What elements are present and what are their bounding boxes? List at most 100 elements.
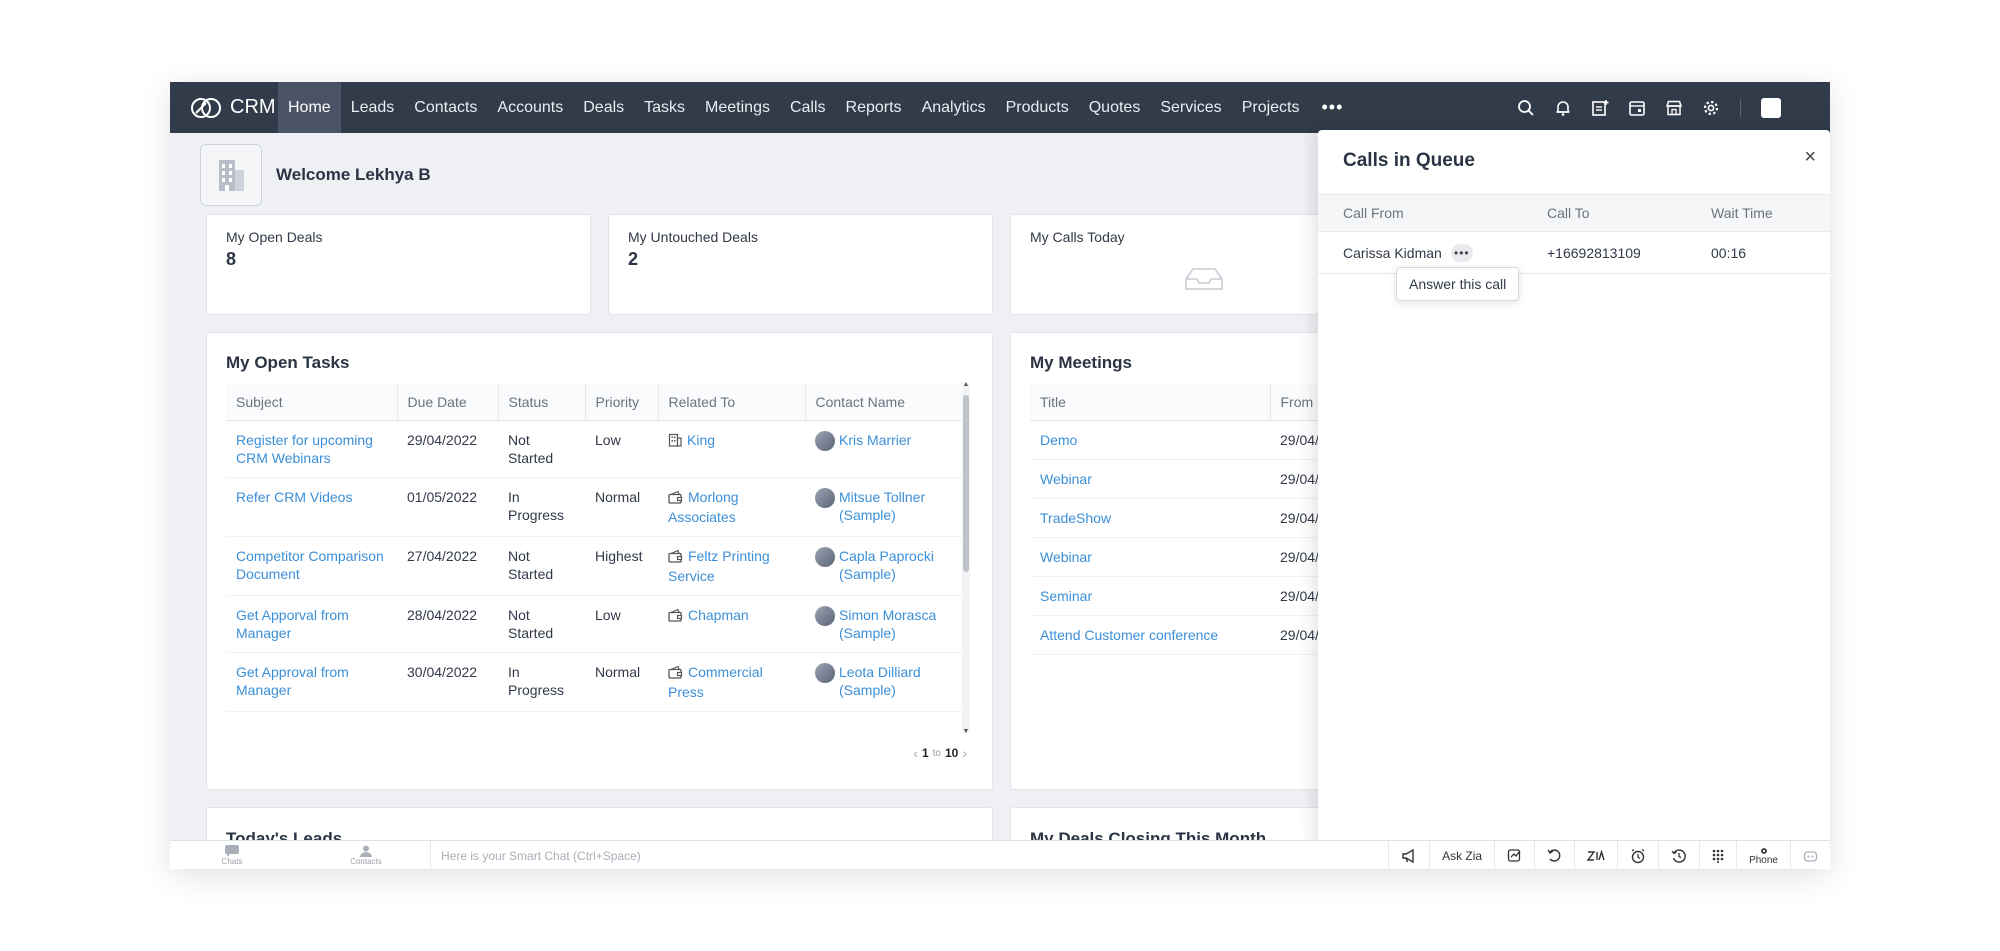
task-subject-link[interactable]: Refer CRM Videos xyxy=(236,489,352,505)
queue-header-row: Call From Call To Wait Time xyxy=(1318,194,1830,232)
column-header-status[interactable]: Status xyxy=(498,384,586,421)
table-row[interactable]: Get Approval from Manager 30/04/2022 In Pr… xyxy=(226,652,968,712)
chats-label: Chats xyxy=(221,857,243,866)
contact-avatar xyxy=(815,487,835,508)
related-to-link[interactable]: King xyxy=(687,432,715,448)
tab-deals[interactable]: Deals xyxy=(573,82,634,133)
meeting-title-cell: TradeShow xyxy=(1030,498,1270,538)
ask-zia-button[interactable]: Ask Zia xyxy=(1429,841,1494,869)
empty-tray-icon xyxy=(1185,268,1223,290)
organization-logo[interactable] xyxy=(200,144,262,206)
tab-contacts[interactable]: Contacts xyxy=(404,82,487,133)
bell-icon[interactable] xyxy=(1551,96,1574,119)
task-subject-link[interactable]: Get Approval from Manager xyxy=(236,664,349,698)
stat-label: My Calls Today xyxy=(1030,229,1125,245)
recent-items-button[interactable] xyxy=(1658,841,1699,869)
tab-tasks[interactable]: Tasks xyxy=(634,82,695,133)
smart-chat-input[interactable]: Here is your Smart Chat (Ctrl+Space) xyxy=(430,841,1370,869)
chevron-left-icon[interactable]: ‹ xyxy=(913,745,918,761)
task-status: In Progress xyxy=(498,477,585,537)
megaphone-icon xyxy=(1402,848,1414,863)
reminders-button[interactable] xyxy=(1617,841,1658,869)
marketplace-icon[interactable] xyxy=(1662,96,1685,119)
task-subject-link[interactable]: Get Apporval from Manager xyxy=(236,607,349,641)
contact-name-link[interactable]: Capla Paprocki (Sample) xyxy=(839,547,958,583)
related-to-link[interactable]: Chapman xyxy=(688,607,749,623)
tab-meetings[interactable]: Meetings xyxy=(695,82,780,133)
gear-icon[interactable] xyxy=(1699,96,1722,119)
task-due-date: 28/04/2022 xyxy=(397,595,498,653)
column-header-subject[interactable]: Subject xyxy=(226,384,398,421)
scroll-up-arrow[interactable]: ▲ xyxy=(962,381,970,388)
task-subject-cell: Get Apporval from Manager xyxy=(226,595,397,653)
notes-button[interactable] xyxy=(1494,841,1534,869)
nav-utility-icons xyxy=(1514,82,1782,133)
table-row[interactable]: Refer CRM Videos 01/05/2022 In Progress Nor… xyxy=(226,477,968,537)
contact-name-link[interactable]: Leota Dilliard (Sample) xyxy=(839,663,958,699)
contact-name-link[interactable]: Mitsue Tollner (Sample) xyxy=(839,488,958,524)
column-header-related-to[interactable]: Related To xyxy=(658,384,806,421)
meeting-title-link[interactable]: Webinar xyxy=(1040,549,1092,565)
calendar-icon[interactable] xyxy=(1625,96,1648,119)
user-avatar[interactable] xyxy=(1759,96,1782,119)
tab-leads[interactable]: Leads xyxy=(341,82,405,133)
tab-quotes[interactable]: Quotes xyxy=(1079,82,1151,133)
chevron-right-icon[interactable]: › xyxy=(962,745,967,761)
answer-call-tooltip[interactable]: Answer this call xyxy=(1396,267,1520,301)
tab-projects[interactable]: Projects xyxy=(1232,82,1310,133)
table-row[interactable]: Competitor Comparison Document 27/04/2022… xyxy=(226,536,968,596)
zia-button[interactable] xyxy=(1574,841,1617,869)
stat-card-open-deals[interactable]: My Open Deals 8 xyxy=(206,214,591,315)
announcement-button[interactable] xyxy=(1388,841,1429,869)
scrollbar-thumb[interactable] xyxy=(963,395,969,572)
tab-accounts[interactable]: Accounts xyxy=(487,82,573,133)
meeting-title-link[interactable]: TradeShow xyxy=(1040,510,1111,526)
contacts-button[interactable]: Contacts xyxy=(346,841,386,869)
meeting-title-link[interactable]: Seminar xyxy=(1040,588,1092,604)
add-record-icon[interactable] xyxy=(1588,96,1611,119)
column-header-contact-name[interactable]: Contact Name xyxy=(805,384,968,421)
meeting-title-link[interactable]: Attend Customer conference xyxy=(1040,627,1218,643)
history-icon xyxy=(1671,848,1686,863)
call-to-number: +16692813109 xyxy=(1547,244,1641,261)
scroll-down-arrow[interactable]: ▼ xyxy=(962,728,970,735)
stat-card-untouched-deals[interactable]: My Untouched Deals 2 xyxy=(608,214,993,315)
tab-products[interactable]: Products xyxy=(996,82,1079,133)
meeting-title-cell: Seminar xyxy=(1030,576,1270,616)
tab-calls[interactable]: Calls xyxy=(780,82,836,133)
task-subject-link[interactable]: Competitor Comparison Document xyxy=(236,548,384,582)
dialpad-button[interactable] xyxy=(1699,841,1736,869)
table-row[interactable]: Register for upcoming CRM Webinars 29/04/… xyxy=(226,420,968,478)
contact-name-link[interactable]: Simon Morasca (Sample) xyxy=(839,606,958,642)
tab-reports[interactable]: Reports xyxy=(836,82,912,133)
search-icon[interactable] xyxy=(1514,96,1537,119)
bot-button[interactable] xyxy=(1790,841,1830,869)
task-contact-cell: Leota Dilliard (Sample) xyxy=(805,652,968,712)
chats-button[interactable]: Chats xyxy=(218,841,246,869)
bot-icon xyxy=(1803,850,1818,862)
meeting-title-link[interactable]: Demo xyxy=(1040,432,1077,448)
queue-row[interactable]: Carissa Kidman ••• +16692813109 00:16 xyxy=(1318,232,1830,274)
close-icon[interactable]: × xyxy=(1804,146,1816,169)
related-to-link[interactable]: Feltz Printing Service xyxy=(668,548,770,584)
call-actions-button[interactable]: ••• xyxy=(1450,243,1473,262)
tab-home[interactable]: Home xyxy=(278,82,341,133)
tab-services[interactable]: Services xyxy=(1150,82,1231,133)
pager-from: 1 xyxy=(921,746,929,760)
undo-button[interactable] xyxy=(1534,841,1574,869)
phone-label: Phone xyxy=(1749,854,1778,866)
column-header-due-date[interactable]: Due Date xyxy=(397,384,499,421)
tasks-scrollbar[interactable]: ▲ ▼ xyxy=(962,381,970,735)
tab-analytics[interactable]: Analytics xyxy=(912,82,996,133)
column-header-title[interactable]: Title xyxy=(1030,384,1271,421)
panel-title: Calls in Queue xyxy=(1343,150,1475,171)
phone-button[interactable]: Phone xyxy=(1736,841,1790,869)
task-subject-link[interactable]: Register for upcoming CRM Webinars xyxy=(236,432,373,466)
more-tabs-button[interactable]: ••• xyxy=(1309,82,1355,133)
meeting-title-link[interactable]: Webinar xyxy=(1040,471,1092,487)
column-header-priority[interactable]: Priority xyxy=(585,384,659,421)
task-priority: Normal xyxy=(585,477,658,537)
contact-name-link[interactable]: Kris Marrier xyxy=(839,431,958,449)
crm-logo[interactable]: CRM xyxy=(170,82,278,133)
table-row[interactable]: Get Apporval from Manager 28/04/2022 Not S… xyxy=(226,595,968,653)
